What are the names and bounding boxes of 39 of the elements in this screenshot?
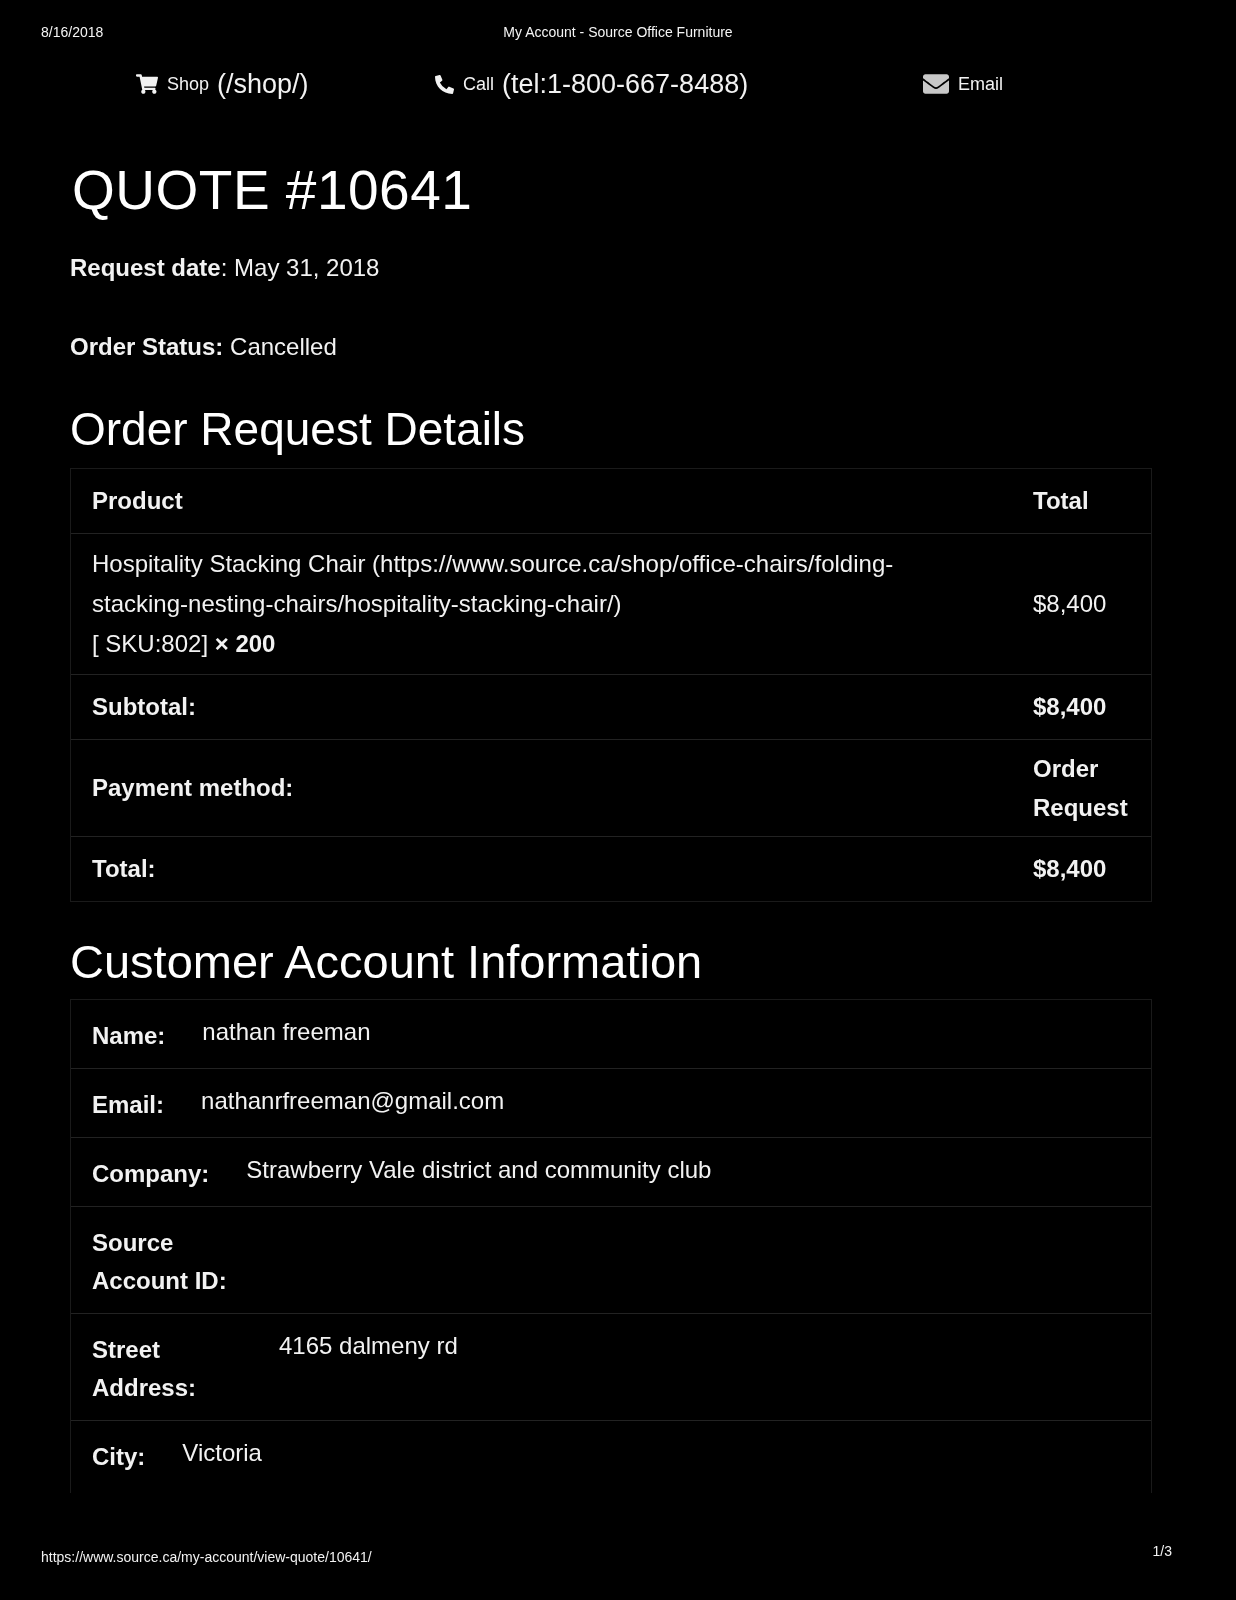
totals-label: Subtotal: xyxy=(91,692,197,722)
email-link[interactable]: Email xyxy=(923,71,1003,97)
field-label: City: xyxy=(92,1442,146,1472)
field-label: Company: xyxy=(92,1159,210,1189)
totals-label: Total: xyxy=(91,854,157,884)
field-value: 4165 dalmeny rd xyxy=(279,1331,458,1361)
totals-value: Order Request xyxy=(1032,754,1129,823)
cart-icon xyxy=(136,73,158,95)
page-url: https://www.source.ca/my-account/view-quote/10641/ xyxy=(41,1549,372,1566)
link-url: (tel:1-800-667-8488) xyxy=(502,68,749,100)
field-label: Email: xyxy=(92,1090,165,1120)
quote-title: QUOTE #10641 xyxy=(72,158,474,223)
product-name: Hospitality Stacking Chair (https://www.source.ca/shop/office-chairs/folding-stacking-nesting-chairs/hospitality-stacking-chair/) xyxy=(92,549,895,619)
quote-meta-text: Request date: May 31, 2018 xyxy=(70,253,381,283)
print-date: 8/16/2018 xyxy=(41,24,105,41)
price-cell-text: $8,400 xyxy=(1032,589,1108,619)
section-heading: Order Request Details xyxy=(70,402,527,457)
field-value: nathan freeman xyxy=(202,1017,371,1047)
quote-meta-text: Order Status: Cancelled xyxy=(70,332,338,362)
totals-value: $8,400 xyxy=(1032,692,1108,722)
link-url: (/shop/) xyxy=(217,68,309,100)
phone-icon xyxy=(435,74,454,94)
column-header: Product xyxy=(91,486,184,516)
shop-link[interactable]: Shop xyxy=(136,72,210,96)
sku-quantity: [ SKU:802] × 200 xyxy=(92,629,277,659)
column-header: Total xyxy=(1032,486,1090,516)
page-title: My Account - Source Office Furniture xyxy=(503,24,733,41)
field-value: Strawberry Vale district and community club xyxy=(246,1155,712,1185)
page-number: 1/3 xyxy=(1152,1543,1172,1560)
totals-value: $8,400 xyxy=(1032,854,1108,884)
field-value: nathanrfreeman@gmail.com xyxy=(201,1086,505,1116)
totals-label: Payment method: xyxy=(91,773,295,803)
section-heading: Customer Account Information xyxy=(70,934,704,990)
field-value: Victoria xyxy=(182,1438,262,1468)
envelope-icon xyxy=(923,71,949,97)
field-label: Name: xyxy=(92,1021,166,1051)
field-label: Street Address: xyxy=(92,1335,198,1403)
field-label: Source Account ID: xyxy=(92,1228,228,1296)
call-link[interactable]: Call xyxy=(435,72,494,96)
